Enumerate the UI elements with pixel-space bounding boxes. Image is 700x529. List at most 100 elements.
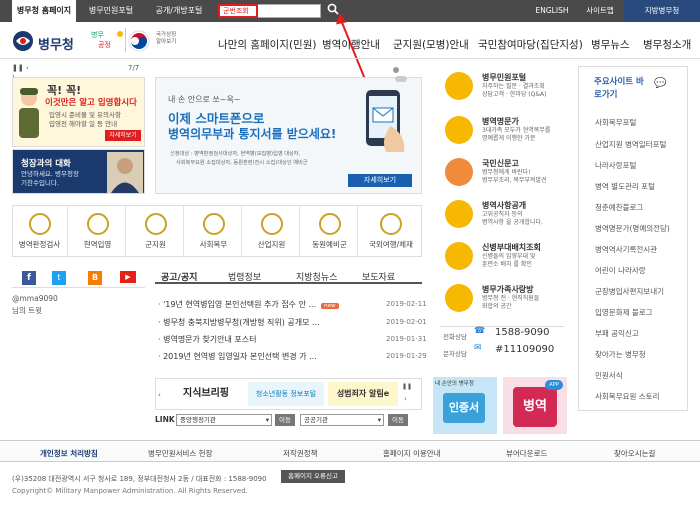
app-mma-banner[interactable]: 병역 APP: [503, 377, 567, 434]
link-label: LINK: [155, 415, 175, 424]
chief-dialog-banner[interactable]: 청장과의 대화 안녕하세요. 병무청장 기찬수입니다.: [12, 149, 145, 194]
smartphone-notice-banner[interactable]: 내 손 안으로 쏘~옥~ 이제 스마트폰으로 병역의무부과 통지서를 받으세요!…: [155, 77, 422, 194]
side-link[interactable]: 어린이 나라사랑: [595, 265, 646, 276]
rp-unit-assignment[interactable]: 신병부대배치조회 신병들의 입영부대 및 훈련소 배치 를 확인: [440, 240, 564, 278]
entry-guide-banner[interactable]: 꼭! 꼭! 이것만은 알고 입영합시다 입영시 준비물 및 유의사항 입영전 해…: [12, 77, 145, 147]
chief-dialog-title: 청장과의 대화: [21, 159, 71, 169]
facebook-icon[interactable]: f: [22, 271, 36, 285]
tab-notice[interactable]: 공고/공지: [161, 270, 197, 283]
youtube-icon[interactable]: ▶: [120, 271, 136, 283]
service-charter-link[interactable]: 병무민원서비스 헌장: [148, 448, 212, 459]
slogan-icon: 병무공정: [91, 30, 123, 49]
news-item[interactable]: · 2019년 현역병 입영일자 본인선택 변경 가 ...: [158, 351, 317, 365]
rp-family-room[interactable]: 병무가족사랑방 병무청 전 · 현직직원들 화합의 공간: [440, 282, 564, 320]
gnb-participation[interactable]: 국민참여마당(집단지성): [478, 37, 583, 52]
app-certificate-banner[interactable]: 내 손안의 병무청 인증서: [433, 377, 497, 434]
logo[interactable]: 병무청: [12, 28, 74, 54]
gnb-about[interactable]: 병무청소개: [643, 37, 691, 52]
chief-dialog-desc: 안녕하세요. 병무청장 기찬수입니다.: [21, 170, 79, 187]
news-item[interactable]: · 병무청 충북지방병무청(개방형 직위) 공개모 ...: [158, 317, 320, 331]
gear-icon: [260, 213, 283, 235]
news-item[interactable]: · 병역명문가 찾기안내 포스터: [158, 334, 257, 348]
svg-text:병무: 병무: [91, 30, 104, 39]
tab-press[interactable]: 보도자료: [362, 270, 395, 283]
footer-copyright: Copyright© Military Manpower Administrat…: [12, 487, 248, 495]
side-link[interactable]: 민원서식: [595, 370, 623, 381]
blog-icon[interactable]: B: [88, 271, 102, 285]
slider-controls[interactable]: ❚❚ ‹ ›: [12, 64, 32, 80]
public-agency-select[interactable]: 공공기관 ▾: [300, 414, 384, 426]
reserve-icon: [318, 213, 341, 235]
news-item[interactable]: · '19년 현역병입영 본인선택원 추가 접수 안 ... new: [158, 299, 339, 313]
regional-office-link[interactable]: 지방병무청: [624, 0, 700, 22]
entry-guide-more-button[interactable]: 자세히보기: [105, 130, 141, 141]
service-reserve[interactable]: 동원예비군: [302, 205, 358, 257]
group-icon: [445, 284, 473, 312]
speech-bubble-icon: 💬: [654, 78, 667, 89]
directions-link[interactable]: 찾아오시는길: [614, 448, 655, 459]
footer-address: (우)35208 대전광역시 서구 청사로 189, 정부대전청사 2동 / 대…: [12, 475, 267, 483]
english-link[interactable]: ENGLISH: [530, 0, 574, 22]
side-link[interactable]: 사회복무포털: [595, 117, 636, 128]
side-link[interactable]: 병역역사기록전시관: [595, 244, 657, 255]
banner-youth-portal[interactable]: 청소년활동 정보포털: [248, 382, 324, 406]
service-industry-support[interactable]: 산업지원: [244, 205, 300, 257]
service-active-duty[interactable]: 현역입영: [70, 205, 126, 257]
gnb-military-duty[interactable]: 병역이행안내: [322, 37, 380, 52]
banner-more-button[interactable]: 자세히보기: [348, 174, 412, 187]
side-link[interactable]: 사회복무요원 스토리: [595, 391, 659, 402]
banner-pager[interactable]: [393, 66, 415, 82]
gnb-news[interactable]: 병무뉴스: [591, 37, 630, 52]
twitter-icon[interactable]: t: [52, 271, 66, 285]
tab-open-portal[interactable]: 공개/개방포털: [146, 0, 212, 22]
service-volunteer[interactable]: 군지원: [128, 205, 184, 257]
gov-agency-select[interactable]: 중앙행정기관 ▾: [176, 414, 272, 426]
search-input[interactable]: 군번조회: [218, 4, 258, 18]
side-link[interactable]: 입영문화제 블로그: [595, 307, 653, 318]
phone-icon: ☎: [474, 326, 486, 336]
side-link[interactable]: 나라사랑포털: [595, 160, 636, 171]
report-error-button[interactable]: 홈페이지 오류신고: [281, 470, 345, 483]
korea-flag-icon: [128, 30, 150, 52]
strip-prev-icon[interactable]: ‹: [158, 391, 161, 399]
national-symbol-link[interactable]: 국가상징 알아보기: [156, 32, 180, 46]
service-social-service[interactable]: 사회복무: [186, 205, 242, 257]
banner-knowledge-briefing[interactable]: 지식브리핑: [170, 382, 242, 406]
rp-minwon-portal[interactable]: 병무민원포털 자주하는 질문 · 결과조회 상담고객 · 한마당 (Q&A): [440, 70, 564, 108]
side-link[interactable]: 병역 별도관리 포털: [595, 181, 655, 192]
tab-regional-news[interactable]: 지방청뉴스: [296, 270, 337, 283]
sitemap-link[interactable]: 사이트맵: [578, 0, 622, 22]
entry-guide-bullet-2: 입영전 해야할 일 등 안내: [49, 120, 118, 128]
tab-minwon-portal[interactable]: 병무민원포털: [78, 0, 144, 22]
strip-pause-icon[interactable]: ❚❚: [402, 383, 412, 390]
side-link[interactable]: 청춘예찬블로그: [595, 202, 643, 213]
side-link[interactable]: 병역명문가(명예의전당): [595, 223, 670, 234]
side-link[interactable]: 산업지원 병역일터포털: [595, 139, 666, 150]
rp-disclosure[interactable]: 병역사항공개 고위공직자 등의 병역사항 을 공개합니다.: [440, 198, 564, 236]
strip-next-icon[interactable]: ›: [404, 395, 407, 403]
copyright-policy-link[interactable]: 저작권정책: [283, 448, 318, 459]
side-link[interactable]: 부패 공익신고: [595, 328, 639, 339]
rp-sinmungo[interactable]: 국민신문고 병무청에게 바란다! 병무부조리, 복무부적발견: [440, 156, 564, 194]
tab-mma-home[interactable]: 병무청 홈페이지: [12, 0, 76, 22]
service-overseas[interactable]: 국외여행/체재: [360, 205, 422, 257]
banner-sex-offender-alert[interactable]: 성범죄자 알림e: [328, 382, 398, 406]
viewer-download-link[interactable]: 뷰어다운로드: [506, 448, 547, 459]
twitter-handle[interactable]: @mma9090: [12, 294, 58, 303]
side-link[interactable]: 찾아가는 병무청: [595, 349, 646, 360]
tab-law[interactable]: 법령정보: [228, 270, 261, 283]
usage-guide-link[interactable]: 홈페이지 이용안내: [383, 448, 441, 459]
side-link[interactable]: 군장병입사편지보내기: [595, 286, 664, 297]
gnb-my-homepage[interactable]: 나만의 홈페이지(민원): [218, 37, 316, 52]
gov-agency-go-button[interactable]: 이동: [275, 414, 295, 426]
sms-label: 문자상담: [443, 350, 467, 358]
family-icon: [445, 116, 473, 144]
service-physical-exam[interactable]: 병역판정검사: [12, 205, 68, 257]
certificate-app-icon: 인증서: [443, 393, 485, 423]
gnb-volunteer[interactable]: 군지원(모병)안내: [393, 37, 469, 52]
privacy-policy-link[interactable]: 개인정보 처리방침: [40, 448, 98, 459]
chevron-down-icon: ▾: [265, 416, 269, 424]
public-agency-go-button[interactable]: 이동: [388, 414, 408, 426]
mma-emblem-icon: [13, 31, 33, 51]
rp-honor-family[interactable]: 병역명문가 3대가족 모두가 현역복무를 명예롭게 이행한 가문: [440, 114, 564, 152]
